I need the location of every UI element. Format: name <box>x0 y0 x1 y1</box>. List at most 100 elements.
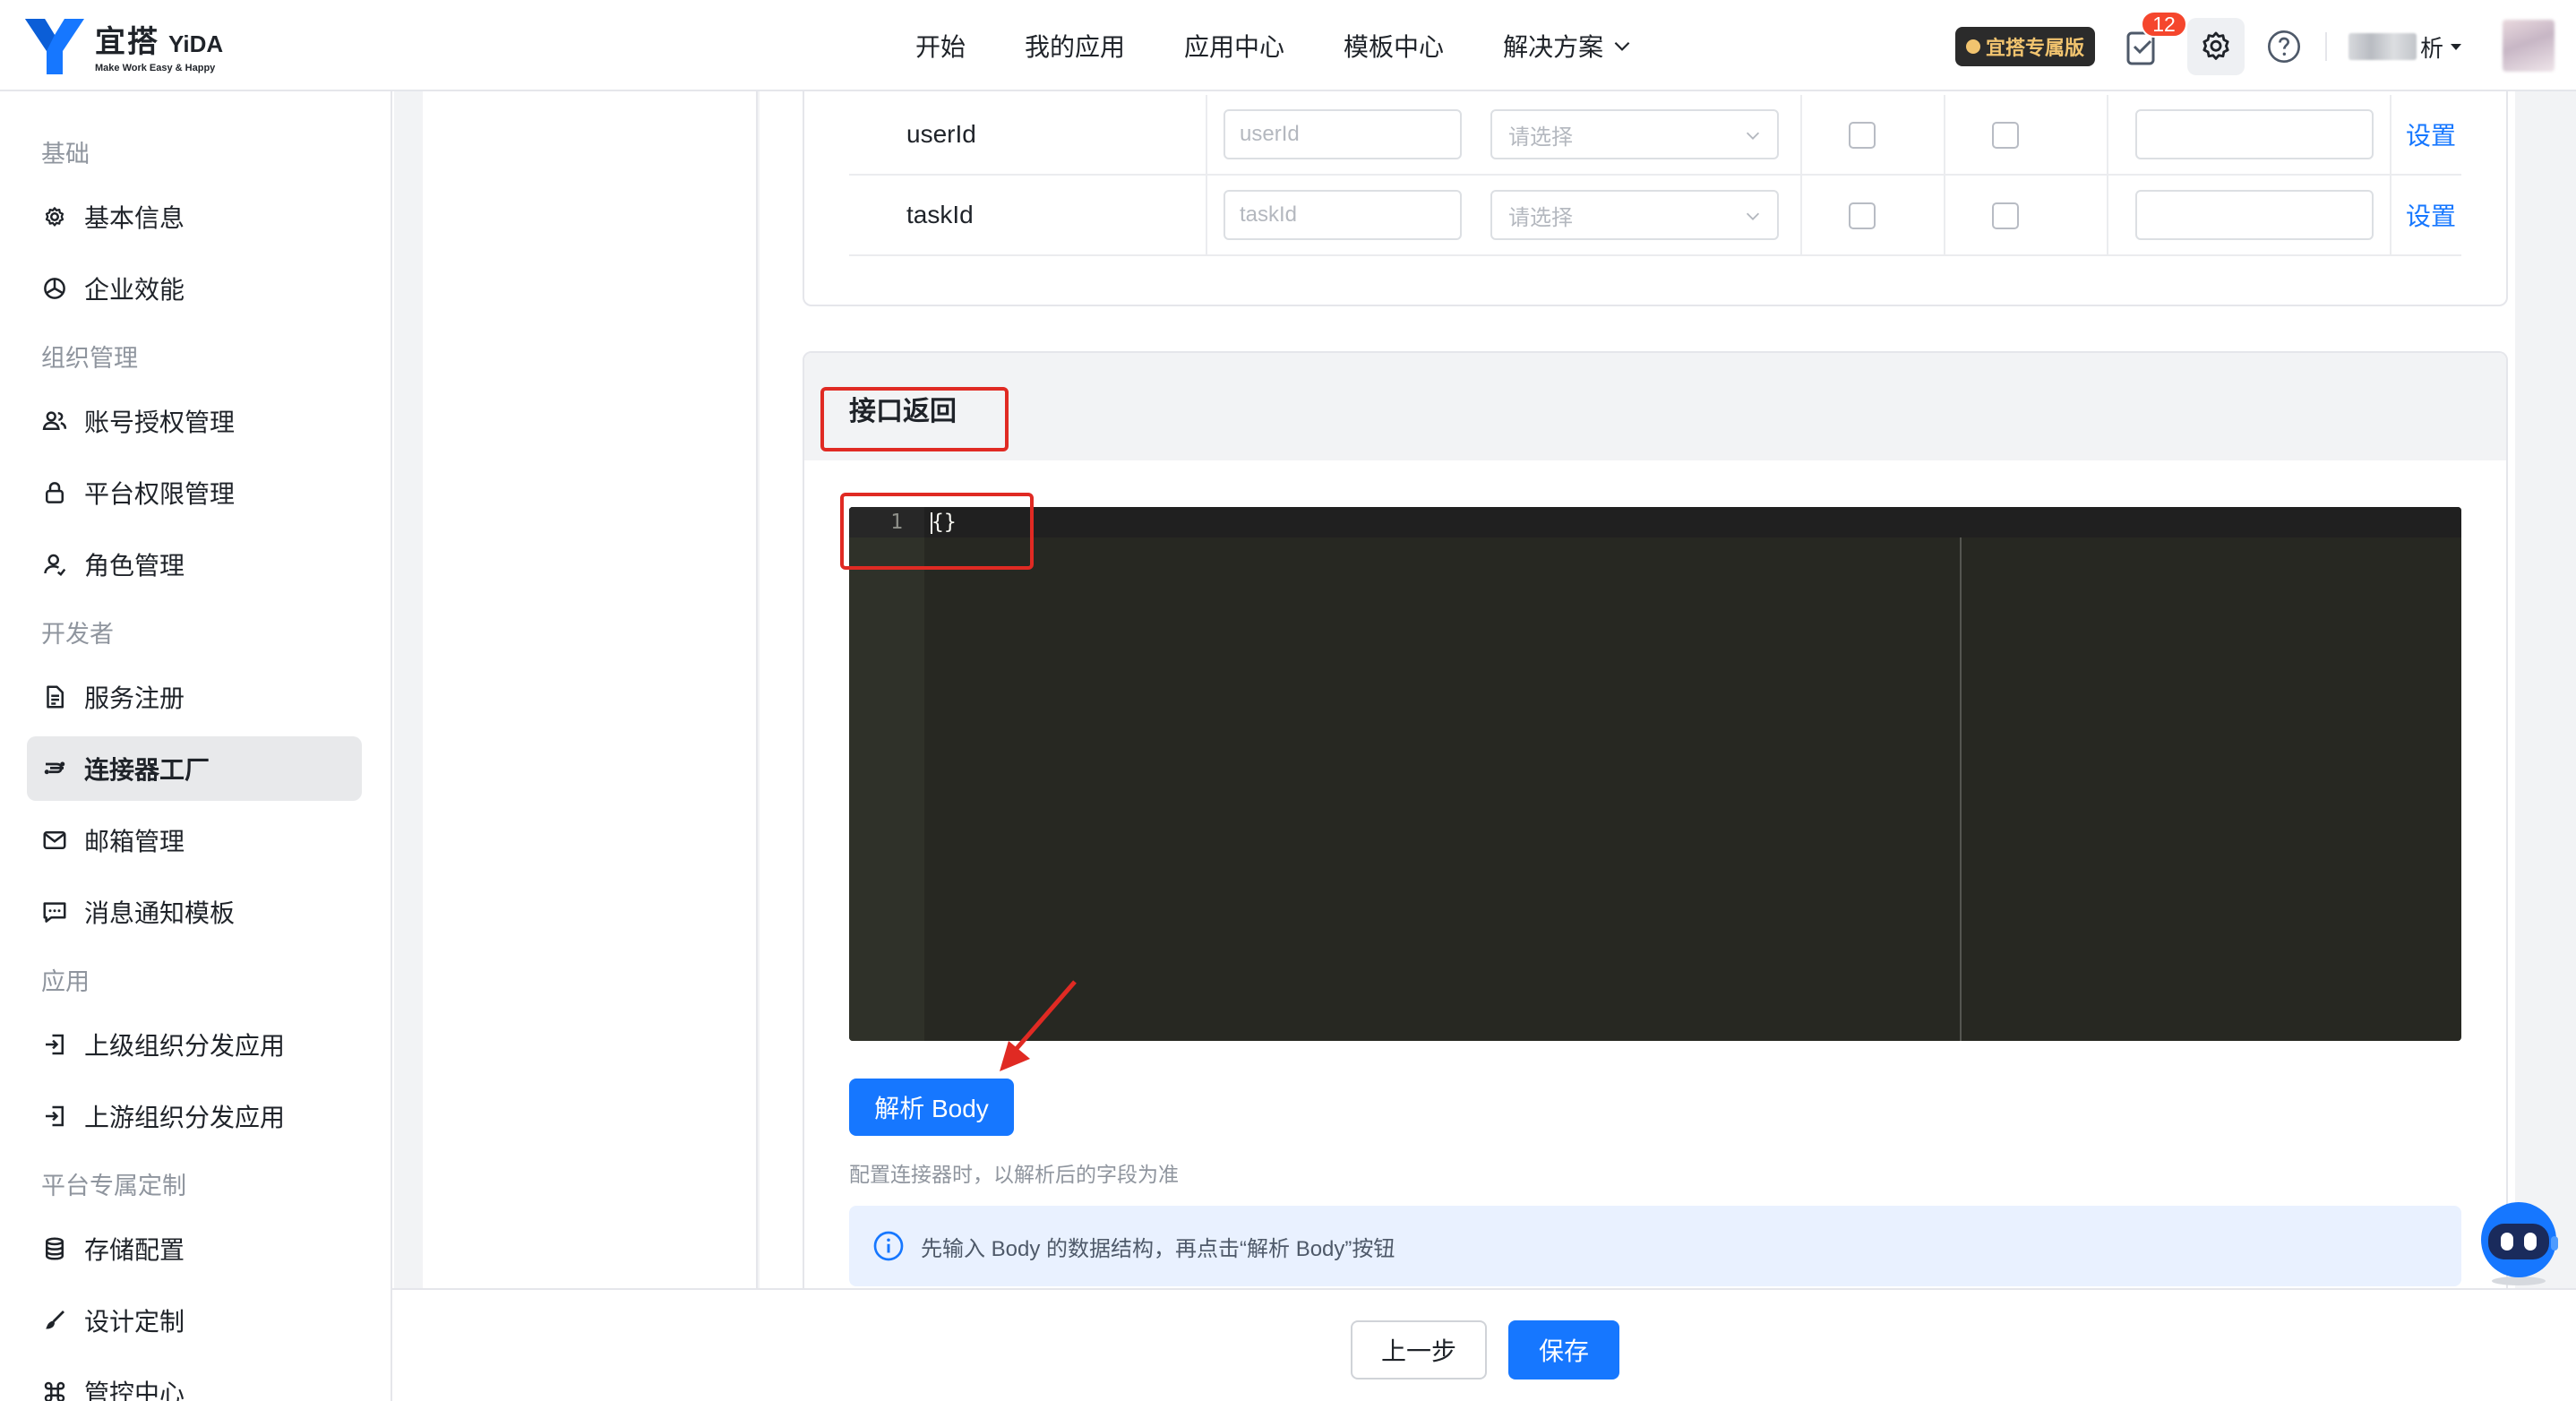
required-checkbox[interactable] <box>1849 202 1876 229</box>
mail-icon <box>39 825 70 855</box>
user-menu[interactable]: 析 <box>2348 27 2462 66</box>
default-value-input[interactable] <box>2135 109 2374 159</box>
nav-my-apps[interactable]: 我的应用 <box>1025 28 1125 64</box>
toolbar-divider <box>2325 32 2327 61</box>
sidebar-item-design-custom[interactable]: 设计定制 <box>27 1288 362 1353</box>
editor-gutter <box>849 507 924 1041</box>
sidebar-item-service-registry[interactable]: 服务注册 <box>27 665 362 729</box>
table-divider <box>2107 95 2108 174</box>
sidebar-item-mailbox[interactable]: 邮箱管理 <box>27 808 362 872</box>
sidebar-item-basic-info[interactable]: 基本信息 <box>27 185 362 249</box>
sidebar-item-account-auth[interactable]: 账号授权管理 <box>27 389 362 453</box>
param-settings-link[interactable]: 设置 <box>2406 95 2456 174</box>
sidebar-item-label: 存储配置 <box>84 1236 185 1264</box>
sidebar-item-role[interactable]: 角色管理 <box>27 532 362 597</box>
parse-body-button[interactable]: 解析 Body <box>849 1079 1014 1136</box>
brush-icon <box>39 1305 70 1336</box>
sidebar-item-label: 角色管理 <box>84 552 185 580</box>
table-divider <box>1800 176 1802 254</box>
sidebar-item-efficiency[interactable]: 企业效能 <box>27 256 362 321</box>
input-placeholder: taskId <box>1240 202 1298 227</box>
sidebar-item-label: 企业效能 <box>84 276 185 304</box>
top-bar: 宜搭 YiDA Make Work Easy & Happy 开始 我的应用 应… <box>0 0 2576 91</box>
sidebar-item-label: 上游组织分发应用 <box>84 1104 286 1131</box>
user-name-suffix: 析 <box>2420 34 2444 62</box>
default-value-input[interactable] <box>2135 190 2374 240</box>
param-type-select[interactable]: 请选择 <box>1490 109 1779 159</box>
info-icon <box>873 1231 904 1261</box>
login-arrow-icon <box>39 1101 70 1131</box>
request-params-card: userId userId 请选择 设置 taskId taskId 请选择 设… <box>803 91 2508 306</box>
nav-solutions-label: 解决方案 <box>1503 33 1604 61</box>
document-icon <box>39 682 70 712</box>
chevron-down-icon <box>1746 132 1760 140</box>
command-icon <box>39 1377 70 1401</box>
sidebar-item-platform-permission[interactable]: 平台权限管理 <box>27 460 362 525</box>
lock-icon <box>39 477 70 508</box>
logo-name-en: YiDA <box>168 30 224 57</box>
param-field-input[interactable]: userId <box>1224 109 1462 159</box>
required-checkbox[interactable] <box>1849 122 1876 149</box>
sidebar-item-label: 服务注册 <box>84 684 185 712</box>
nav-template-center[interactable]: 模板中心 <box>1344 28 1444 64</box>
param-name: taskId <box>906 201 974 228</box>
annotation-highlight-title <box>820 387 1009 451</box>
nav-app-center[interactable]: 应用中心 <box>1184 28 1284 64</box>
previous-step-button[interactable]: 上一步 <box>1351 1320 1487 1380</box>
settings-button[interactable] <box>2187 18 2245 75</box>
sidebar-item-parent-distribute[interactable]: 上级组织分发应用 <box>27 1012 362 1077</box>
sidebar-item-label: 账号授权管理 <box>84 408 236 436</box>
info-alert: 先输入 Body 的数据结构，再点击“解析 Body”按钮 <box>849 1206 2461 1286</box>
param-settings-link[interactable]: 设置 <box>2406 176 2456 254</box>
nav-solutions[interactable]: 解决方案 <box>1503 28 1634 64</box>
array-checkbox[interactable] <box>1992 202 2019 229</box>
sidebar-group-dev: 开发者 <box>41 621 114 648</box>
nav-start[interactable]: 开始 <box>915 28 966 64</box>
table-divider <box>2390 95 2391 174</box>
connector-icon <box>39 753 70 784</box>
sidebar-item-label: 上级组织分发应用 <box>84 1032 286 1060</box>
response-code-editor[interactable]: 1 {} <box>849 507 2461 1041</box>
sidebar-group-basic: 基础 <box>41 141 90 168</box>
pro-edition-label: 宜搭专属版 <box>1985 37 2084 59</box>
sidebar-item-storage[interactable]: 存储配置 <box>27 1216 362 1281</box>
gear-icon <box>2202 31 2229 60</box>
pro-edition-badge[interactable]: 宜搭专属版 <box>1955 27 2095 66</box>
yida-logo-icon <box>25 19 84 74</box>
params-table: userId userId 请选择 设置 taskId taskId 请选择 设… <box>849 95 2461 256</box>
sidebar-item-upstream-distribute[interactable]: 上游组织分发应用 <box>27 1084 362 1148</box>
param-field-input[interactable]: taskId <box>1224 190 1462 240</box>
main-content: userId userId 请选择 设置 taskId taskId 请选择 设… <box>394 91 2576 1288</box>
table-divider <box>1800 95 1802 174</box>
table-divider <box>1944 95 1945 174</box>
response-card-header: 接口返回 <box>804 353 2506 460</box>
yida-logo[interactable]: 宜搭 YiDA Make Work Easy & Happy <box>25 14 223 75</box>
chevron-down-icon <box>1746 212 1760 220</box>
info-text: 先输入 Body 的数据结构，再点击“解析 Body”按钮 <box>921 1236 1395 1261</box>
help-button[interactable] <box>2263 25 2306 68</box>
sidebar-item-control-center[interactable]: 管控中心 <box>27 1360 362 1401</box>
login-arrow-icon <box>39 1029 70 1060</box>
sidebar-item-label: 基本信息 <box>84 204 185 232</box>
save-button[interactable]: 保存 <box>1508 1320 1619 1380</box>
sidebar-group-org: 组织管理 <box>41 345 138 372</box>
array-checkbox[interactable] <box>1992 122 2019 149</box>
sidebar-item-label: 连接器工厂 <box>84 756 210 784</box>
table-divider <box>2107 176 2108 254</box>
sidebar-item-message-template[interactable]: 消息通知模板 <box>27 880 362 944</box>
sidebar-item-connector-factory[interactable]: 连接器工厂 <box>27 736 362 801</box>
response-card: 接口返回 1 {} 解析 Body 配置连接器时，以解析后的字段为准 先输入 B… <box>803 351 2508 1288</box>
avatar[interactable] <box>2503 20 2555 72</box>
chevron-down-icon <box>1614 41 1630 51</box>
select-placeholder: 请选择 <box>1508 125 1573 150</box>
assistant-robot-icon[interactable] <box>2476 1197 2562 1286</box>
editor-active-line <box>849 507 2461 537</box>
param-type-select[interactable]: 请选择 <box>1490 190 1779 240</box>
sidebar-item-label: 管控中心 <box>84 1380 185 1401</box>
sidebar-item-label: 平台权限管理 <box>84 480 236 508</box>
sidebar-group-app: 应用 <box>41 968 90 995</box>
param-name: userId <box>906 120 976 148</box>
annotation-highlight-editor <box>840 493 1034 570</box>
table-row: userId userId 请选择 设置 <box>849 95 2461 176</box>
sidebar-item-label: 设计定制 <box>84 1308 185 1336</box>
